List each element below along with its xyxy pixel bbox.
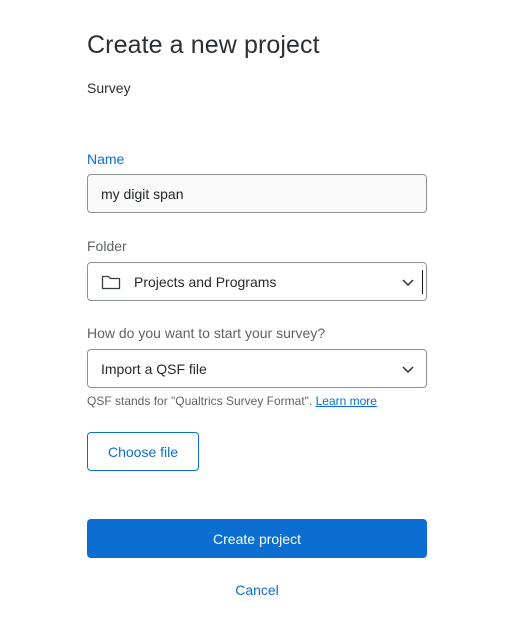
chevron-down-icon [402, 278, 414, 286]
chevron-down-icon [402, 365, 414, 373]
folder-icon [101, 275, 121, 289]
folder-select[interactable]: Projects and Programs [87, 262, 427, 301]
create-project-dialog: Create a new project Survey Name my digi… [0, 0, 520, 627]
name-input[interactable]: my digit span [87, 174, 427, 213]
dialog-subtitle: Survey [87, 80, 131, 96]
choose-file-button[interactable]: Choose file [87, 432, 199, 471]
start-survey-select-value: Import a QSF file [101, 360, 207, 377]
text-cursor [421, 270, 423, 294]
create-project-button[interactable]: Create project [87, 519, 427, 558]
learn-more-link[interactable]: Learn more [316, 394, 377, 408]
start-survey-select[interactable]: Import a QSF file [87, 349, 427, 388]
dialog-title: Create a new project [87, 31, 320, 59]
cancel-button[interactable]: Cancel [87, 582, 427, 598]
name-label: Name [87, 151, 125, 167]
qsf-hint: QSF stands for "Qualtrics Survey Format"… [87, 394, 377, 408]
qsf-hint-text: QSF stands for "Qualtrics Survey Format"… [87, 394, 313, 408]
start-survey-label: How do you want to start your survey? [87, 325, 326, 341]
name-input-value: my digit span [101, 185, 184, 202]
folder-select-value: Projects and Programs [134, 273, 277, 290]
folder-label: Folder [87, 238, 127, 254]
